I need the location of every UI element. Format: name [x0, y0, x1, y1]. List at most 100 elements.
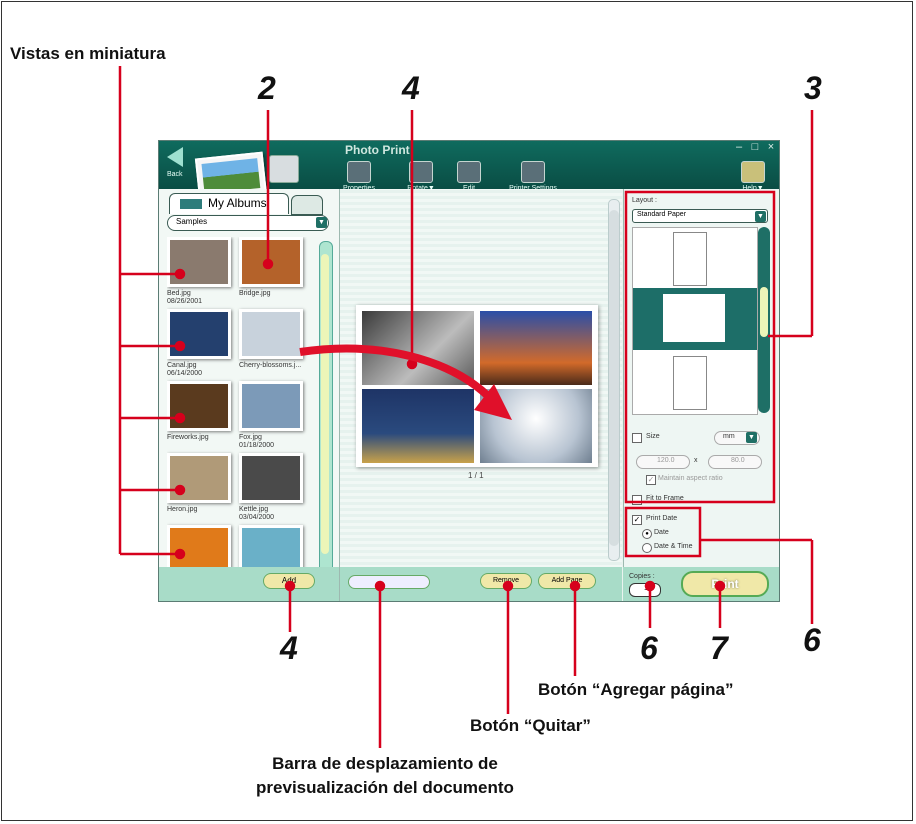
remove-button[interactable]: Remove	[480, 573, 532, 589]
thumbnail-item[interactable]: Heron.jpg	[167, 453, 237, 514]
album-select[interactable]: Samples ▼	[167, 215, 329, 231]
maintain-aspect-label: Maintain aspect ratio	[658, 475, 723, 482]
thumbnail-filename: Heron.jpg	[167, 506, 198, 513]
close-icon[interactable]: ×	[765, 142, 777, 153]
thumbnail-image	[167, 381, 231, 431]
back-button[interactable]	[165, 147, 187, 185]
tab-other-albums[interactable]	[291, 195, 323, 215]
edit-button[interactable]: Edit	[449, 161, 489, 192]
layout-option-6-up[interactable]	[673, 356, 707, 410]
thumbnails-label: Vistas en miniatura	[10, 44, 166, 63]
printer-settings-button[interactable]: Printer Settings	[507, 161, 559, 192]
thumbnail-date: 01/18/2000	[239, 442, 275, 449]
callout-2: 2	[258, 70, 276, 106]
preview-photo-bed	[362, 311, 474, 385]
thumbnail-item[interactable]: Canal.jpg 06/14/2000	[167, 309, 237, 378]
preview-vertical-scrollbar[interactable]	[608, 199, 620, 561]
copies-stepper[interactable]: 1	[629, 583, 661, 597]
scrollbar-caption-line1: Barra de desplazamiento de	[272, 754, 498, 773]
thumbnail-image	[167, 237, 231, 287]
thumbnail-filename: Cherry-blossoms.j...	[239, 362, 302, 369]
scrollbar-thumb[interactable]	[321, 254, 329, 554]
width-value: 120.0	[657, 457, 675, 464]
print-date-checkbox[interactable]: ✓	[632, 515, 642, 525]
layout-panel: Layout : Standard Paper ▼ Size mm ▼ 120.…	[623, 189, 779, 601]
date-time-radio[interactable]	[642, 543, 652, 553]
back-label: Back	[167, 171, 183, 178]
thumbnail-date: 03/04/2000	[239, 514, 275, 521]
preview-zoom-slider[interactable]	[348, 575, 430, 589]
chevron-down-icon: ▼	[755, 211, 766, 222]
thumbnail-image	[167, 309, 231, 359]
thumbnail-filename: Bed.jpg	[167, 290, 191, 297]
album-panel-footer: Add	[159, 567, 339, 601]
layout-scrollbar[interactable]	[758, 227, 770, 413]
properties-icon	[347, 161, 371, 183]
printer-settings-icon	[521, 161, 545, 183]
unit-value: mm	[723, 433, 735, 440]
thumbnail-item[interactable]: Kettle.jpg 03/04/2000	[239, 453, 309, 522]
thumbnail-item[interactable]: Bridge.jpg	[239, 237, 309, 298]
print-footer: Copies : 1 Print	[623, 567, 779, 601]
print-date-label: Print Date	[646, 515, 678, 522]
thumbnail-item[interactable]: Fox.jpg 01/18/2000	[239, 381, 309, 450]
rotate-button[interactable]: Rotate▼	[401, 161, 441, 192]
document-preview: 1 / 1	[340, 189, 622, 601]
layout-option-3-up[interactable]	[673, 232, 707, 286]
edit-icon	[457, 161, 481, 183]
date-option-label: Date	[654, 529, 669, 536]
layout-label: Layout :	[632, 197, 657, 204]
minimize-icon[interactable]: –	[733, 142, 745, 153]
preview-photo-cherry-blossoms	[480, 389, 592, 463]
scrollbar-thumb[interactable]	[760, 287, 768, 337]
album-icon	[180, 199, 202, 209]
thumbnail-date: 06/14/2000	[167, 370, 203, 377]
layout-list[interactable]	[632, 227, 758, 415]
add-page-button[interactable]: Add Page	[538, 573, 596, 589]
width-field[interactable]: 120.0	[636, 455, 690, 469]
callout-3: 3	[804, 70, 822, 106]
thumbnail-scrollbar[interactable]	[319, 241, 333, 583]
remove-callout-label: Botón “Quitar”	[470, 716, 591, 735]
paper-select[interactable]: Standard Paper ▼	[632, 209, 768, 223]
help-button[interactable]: Help▼	[733, 161, 773, 192]
window-title: Photo Print	[345, 143, 410, 157]
date-radio[interactable]: ●	[642, 529, 652, 539]
add-button[interactable]: Add	[263, 573, 315, 589]
thumbnail-caption: Fox.jpg 01/18/2000	[239, 434, 309, 450]
thumbnail-item[interactable]: Cherry-blossoms.j...	[239, 309, 309, 370]
help-icon	[741, 161, 765, 183]
add-page-callout-label: Botón “Agregar página”	[538, 680, 734, 699]
thumbnail-date: 08/26/2001	[167, 298, 203, 305]
fit-to-frame-label: Fit to Frame	[646, 495, 684, 502]
tab-my-albums-label: My Albums	[208, 196, 267, 210]
album-select-value: Samples	[176, 217, 208, 226]
copies-value: 1	[644, 585, 648, 592]
height-field[interactable]: 80.0	[708, 455, 762, 469]
thumbnail-item[interactable]: Bed.jpg 08/26/2001	[167, 237, 237, 306]
thumbnail-filename: Canal.jpg	[167, 362, 197, 369]
title-bar: Back Photo Print – □ × Properties Rotate…	[159, 141, 779, 203]
thumbnail-filename: Fireworks.jpg	[167, 434, 209, 441]
callout-6-right: 6	[803, 622, 821, 658]
maximize-icon[interactable]: □	[749, 142, 761, 153]
scrollbar-thumb[interactable]	[609, 210, 619, 546]
tab-my-albums[interactable]: My Albums	[169, 193, 289, 214]
thumbnail-filename: Bridge.jpg	[239, 290, 271, 297]
layout-option-selected[interactable]	[633, 288, 757, 350]
album-panel: My Albums Samples ▼ Bed.jpg 08/26/2001 Bri…	[159, 189, 340, 601]
thumbnail-image	[239, 309, 303, 359]
thumbnail-item[interactable]: Fireworks.jpg	[167, 381, 237, 442]
properties-button[interactable]: Properties	[339, 161, 379, 192]
callout-4-bottom: 4	[280, 630, 298, 666]
preview-photo-canal	[362, 389, 474, 463]
print-button[interactable]: Print	[681, 571, 769, 597]
layout-option-4-up	[663, 294, 725, 342]
maintain-aspect-checkbox[interactable]: ✓	[646, 475, 656, 485]
size-checkbox[interactable]	[632, 433, 642, 443]
scrollbar-caption-line2: previsualización del documento	[256, 778, 514, 797]
page-number: 1 / 1	[468, 471, 484, 480]
callout-4-top: 4	[402, 70, 420, 106]
fit-to-frame-checkbox[interactable]	[632, 495, 642, 505]
thumbnail-caption: Fireworks.jpg	[167, 434, 237, 442]
